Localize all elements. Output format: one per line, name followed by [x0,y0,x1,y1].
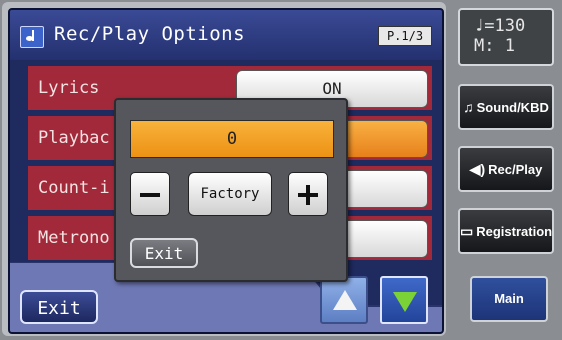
tempo-value: ♩=130 [474,16,526,36]
display-screen: Rec/Play Options P.1/3 Lyrics ON Playbac… [2,2,446,336]
page-indicator: P.1/3 [378,26,432,46]
sound-kbd-button[interactable]: ♫ Sound/KBD [458,84,554,130]
registration-button[interactable]: ▭ Registration [458,208,554,254]
speaker-icon: ◀) [469,161,486,177]
popup-exit-button[interactable]: Exit [130,238,198,268]
side-panel: ♩=130 M: 1 ♫ Sound/KBD ◀) Rec/Play ▭ Regist… [450,0,562,340]
measure-value: M: 1 [474,36,515,56]
registration-label: Registration [476,224,553,239]
factory-reset-button[interactable]: Factory [188,172,272,216]
decrement-button[interactable] [130,172,170,216]
main-button[interactable]: Main [470,276,548,322]
sound-kbd-label: Sound/KBD [476,100,549,115]
music-note-icon [20,26,44,48]
rec-play-label: Rec/Play [488,162,543,177]
scroll-up-button[interactable] [320,276,368,324]
arrow-down-icon [393,292,417,312]
options-panel: Rec/Play Options P.1/3 Lyrics ON Playbac… [8,8,444,334]
value-edit-popup: 0 Factory Exit [114,98,348,282]
minus-icon [140,193,160,197]
scroll-down-button[interactable] [380,276,428,324]
popup-value-display: 0 [130,120,334,158]
arrow-up-icon [333,290,357,310]
title-bar: Rec/Play Options P.1/3 [10,10,442,60]
exit-button[interactable]: Exit [20,290,98,324]
music-note-icon: ♫ [463,99,474,115]
plus-icon-vertical [306,185,310,205]
page-title: Rec/Play Options [54,23,246,45]
tempo-display: ♩=130 M: 1 [458,8,554,66]
book-icon: ▭ [460,223,474,239]
rec-play-button[interactable]: ◀) Rec/Play [458,146,554,192]
increment-button[interactable] [288,172,328,216]
